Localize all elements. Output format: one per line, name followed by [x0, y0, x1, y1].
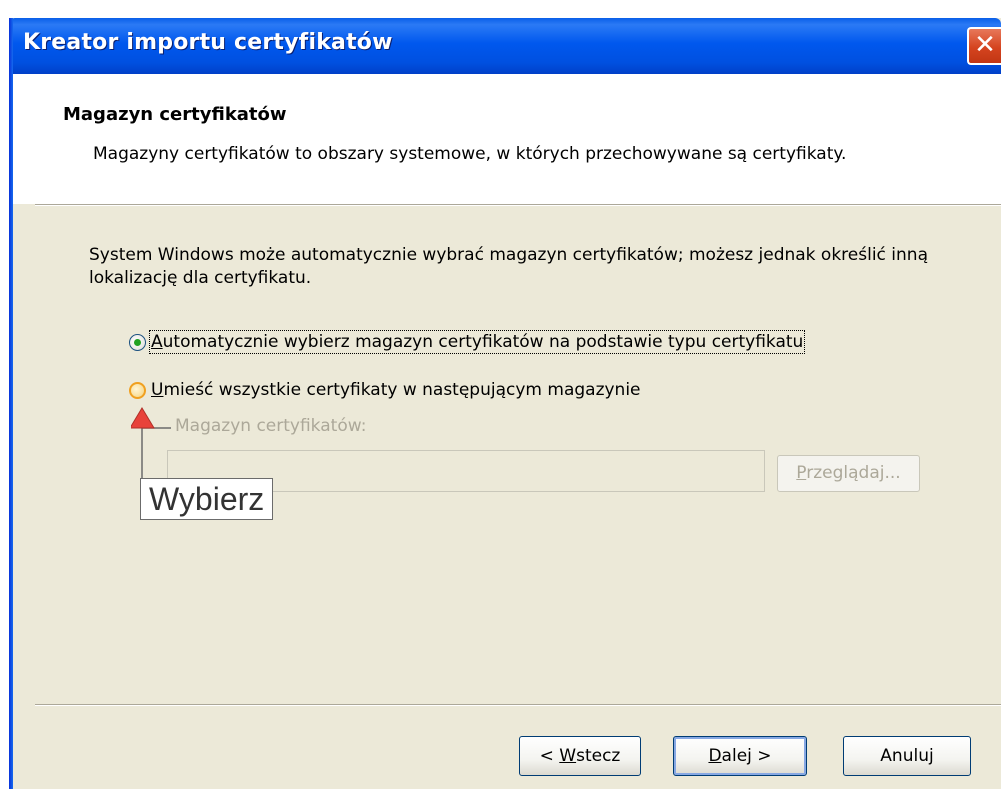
radio-manual-select[interactable]: Umieść wszystkie certyfikaty w następują…	[129, 378, 641, 402]
browse-button[interactable]: Przeglądaj...	[777, 455, 920, 492]
radio-auto-button[interactable]	[129, 333, 146, 351]
radio-auto-label[interactable]: Automatycznie wybierz magazyn certyfikat…	[148, 330, 806, 354]
radio-manual-label[interactable]: Umieść wszystkie certyfikaty w następują…	[151, 380, 641, 400]
annotation-arrow-icon	[131, 407, 171, 484]
import-wizard-window: Kreator importu certyfikatów ✕ Magazyn c…	[9, 18, 1001, 789]
page-title: Magazyn certyfikatów	[63, 104, 287, 125]
back-button[interactable]: < Wstecz	[519, 736, 641, 776]
page-subtitle: Magazyny certyfikatów to obszary systemo…	[93, 144, 847, 164]
cancel-button[interactable]: Anuluj	[843, 736, 971, 776]
radio-manual-button[interactable]	[129, 381, 146, 399]
wizard-header: Magazyn certyfikatów Magazyny certyfikat…	[13, 74, 1001, 204]
footer-separator	[35, 704, 1001, 706]
header-separator	[35, 204, 1001, 206]
description-text: System Windows może automatycznie wybrać…	[89, 245, 928, 288]
close-icon: ✕	[974, 30, 996, 60]
next-button[interactable]: Dalej >	[673, 736, 807, 776]
annotation-callout: Wybierz	[140, 478, 274, 520]
radio-auto-select[interactable]: Automatycznie wybierz magazyn certyfikat…	[129, 330, 806, 354]
store-label: Magazyn certyfikatów:	[175, 416, 367, 436]
close-button[interactable]: ✕	[967, 27, 1001, 65]
title-bar[interactable]: Kreator importu certyfikatów ✕	[9, 18, 1001, 74]
window-title: Kreator importu certyfikatów	[23, 30, 393, 55]
